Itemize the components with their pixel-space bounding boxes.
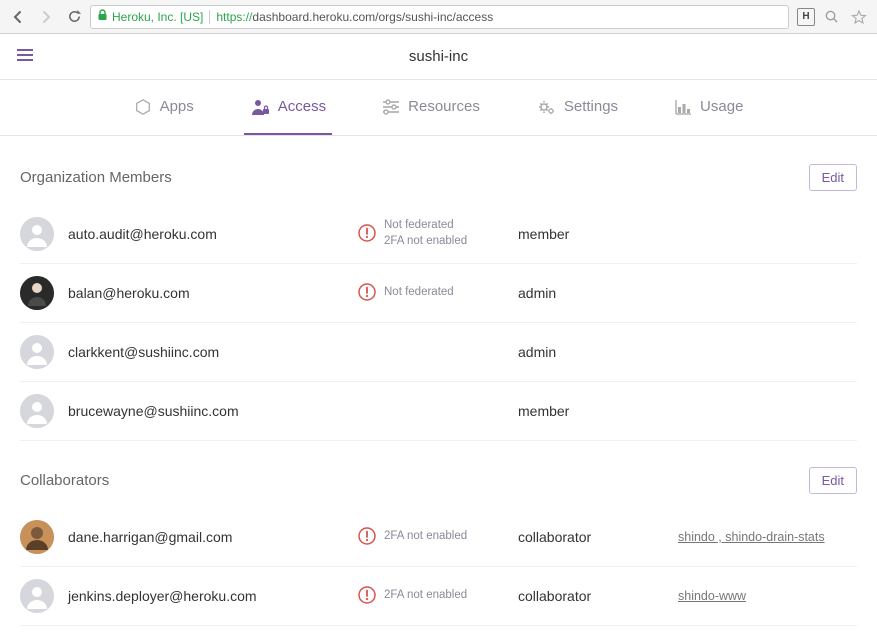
collaborator-apps-link[interactable]: shindo , shindo-drain-stats [678,530,825,544]
avatar [20,335,54,369]
browser-toolbar: Heroku, Inc. [US] https://dashboard.hero… [0,0,877,34]
gear-icon [536,98,556,116]
warning-icon [358,527,376,548]
avatar [20,520,54,554]
tab-settings[interactable]: Settings [530,80,624,135]
member-role: admin [518,285,678,301]
member-email: balan@heroku.com [68,285,358,301]
tab-access[interactable]: Access [244,80,332,135]
collaborator-apps: shindo , shindo-drain-stats [678,530,857,544]
warning-text: 2FA not enabled [384,588,467,604]
warning-text: 2FA not enabled [384,529,467,545]
main-content: Organization Members Edit auto.audit@her… [0,136,877,644]
app-header: sushi-inc [0,34,877,80]
member-row: brucewayne@sushiinc.com member [20,382,857,441]
collaborators-title: Collaborators [20,472,109,489]
tab-label: Apps [160,98,194,115]
warning-icon [358,586,376,607]
edit-collaborators-button[interactable]: Edit [809,467,857,494]
collaborators-list: dane.harrigan@gmail.com 2FA not enabled co… [20,508,857,626]
warning-text: Not federated2FA not enabled [384,218,467,249]
collaborator-warnings: 2FA not enabled [358,527,518,548]
collaborator-role: collaborator [518,529,678,545]
org-title: sushi-inc [34,48,843,65]
warning-icon [358,283,376,304]
tab-apps[interactable]: Apps [128,80,200,135]
collaborator-row: dane.harrigan@gmail.com 2FA not enabled co… [20,508,857,567]
members-section-header: Organization Members Edit [20,164,857,191]
hexagon-icon [134,98,152,116]
member-role: admin [518,344,678,360]
sliders-icon [382,99,400,115]
avatar [20,394,54,428]
members-list: auto.audit@heroku.com Not federated2FA no… [20,205,857,441]
url-text: https://dashboard.heroku.com/orgs/sushi-… [216,10,493,24]
site-identity: Heroku, Inc. [US] [112,10,210,24]
member-warnings: Not federated2FA not enabled [358,218,518,249]
back-button[interactable] [6,5,30,29]
member-email: auto.audit@heroku.com [68,226,358,242]
menu-button[interactable] [16,48,34,65]
member-role: member [518,403,678,419]
collaborator-row: jenkins.deployer@heroku.com 2FA not enabl… [20,567,857,626]
tab-label: Access [278,98,326,115]
warning-icon [358,224,376,245]
collaborator-email: dane.harrigan@gmail.com [68,529,358,545]
member-row: auto.audit@heroku.com Not federated2FA no… [20,205,857,264]
member-row: clarkkent@sushiinc.com admin [20,323,857,382]
tab-label: Usage [700,98,743,115]
forward-button[interactable] [34,5,58,29]
collaborator-email: jenkins.deployer@heroku.com [68,588,358,604]
warning-text: Not federated [384,285,454,301]
collaborator-apps: shindo-www [678,589,857,603]
avatar [20,217,54,251]
collaborator-role: collaborator [518,588,678,604]
edit-members-button[interactable]: Edit [809,164,857,191]
bookmark-star-icon[interactable] [847,5,871,29]
person-lock-icon [250,98,270,116]
member-email: brucewayne@sushiinc.com [68,403,358,419]
member-warnings: Not federated [358,283,518,304]
zoom-icon[interactable] [819,5,843,29]
avatar [20,276,54,310]
member-email: clarkkent@sushiinc.com [68,344,358,360]
tab-label: Resources [408,98,480,115]
address-bar[interactable]: Heroku, Inc. [US] https://dashboard.hero… [90,5,789,29]
member-row: balan@heroku.com Not federated admin [20,264,857,323]
avatar [20,579,54,613]
members-title: Organization Members [20,169,172,186]
member-role: member [518,226,678,242]
tab-usage[interactable]: Usage [668,80,749,135]
collaborator-warnings: 2FA not enabled [358,586,518,607]
collaborators-section-header: Collaborators Edit [20,467,857,494]
tab-resources[interactable]: Resources [376,80,486,135]
bar-chart-icon [674,99,692,115]
collaborator-apps-link[interactable]: shindo-www [678,589,746,603]
tab-label: Settings [564,98,618,115]
tab-bar: Apps Access Resources Settings Usage [0,80,877,136]
reload-button[interactable] [62,5,86,29]
lock-icon [97,9,108,24]
heroku-extension-icon[interactable]: H [797,8,815,26]
